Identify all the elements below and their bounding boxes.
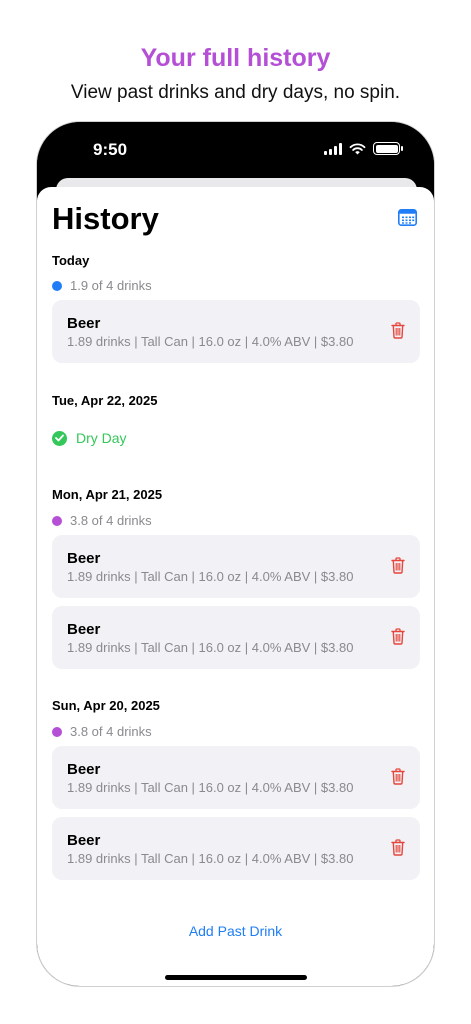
status-time: 9:50 [93, 140, 128, 159]
drink-detail: 1.89 drinks | Tall Can | 16.0 oz | 4.0% … [67, 851, 354, 866]
add-past-drink-button[interactable]: Add Past Drink [37, 923, 434, 939]
dry-day-label: Dry Day [76, 430, 127, 446]
drink-entry-card[interactable]: Beer 1.89 drinks | Tall Can | 16.0 oz | … [52, 535, 420, 598]
drink-name: Beer [67, 832, 101, 849]
drink-detail: 1.89 drinks | Tall Can | 16.0 oz | 4.0% … [67, 569, 354, 584]
section-date: Today [52, 253, 90, 268]
section-date: Mon, Apr 21, 2025 [52, 487, 163, 502]
summary-text: 3.8 of 4 drinks [70, 513, 152, 528]
daily-summary: 3.8 of 4 drinks [52, 724, 152, 739]
drink-entry-card[interactable]: Beer 1.89 drinks | Tall Can | 16.0 oz | … [52, 300, 420, 363]
drink-detail: 1.89 drinks | Tall Can | 16.0 oz | 4.0% … [67, 780, 354, 795]
history-header: History [52, 201, 419, 241]
trash-icon[interactable] [391, 839, 405, 856]
drink-name: Beer [67, 550, 101, 567]
drink-name: Beer [67, 315, 101, 332]
status-dot [52, 280, 62, 291]
battery-icon [373, 142, 403, 155]
trash-icon[interactable] [391, 768, 405, 785]
drink-name: Beer [67, 621, 101, 638]
daily-summary: 1.9 of 4 drinks [52, 278, 152, 293]
phone-frame: 9:50 History Today 1.9 of 4 drinks Beer … [36, 121, 435, 987]
status-dot [52, 726, 62, 737]
signal-icon [324, 142, 342, 155]
summary-text: 3.8 of 4 drinks [70, 724, 152, 739]
drink-entry-card[interactable]: Beer 1.89 drinks | Tall Can | 16.0 oz | … [52, 746, 420, 809]
trash-icon[interactable] [391, 628, 405, 645]
promo-title: Your full history [140, 44, 331, 72]
status-dot [52, 515, 62, 526]
drink-detail: 1.89 drinks | Tall Can | 16.0 oz | 4.0% … [67, 334, 354, 349]
trash-icon[interactable] [391, 322, 405, 339]
section-date: Tue, Apr 22, 2025 [52, 393, 158, 408]
wifi-icon [349, 142, 366, 154]
home-indicator[interactable] [165, 975, 307, 980]
calendar-icon[interactable] [398, 209, 417, 226]
status-icons [324, 142, 403, 155]
page-title: History [52, 201, 159, 236]
history-sheet: History Today 1.9 of 4 drinks Beer 1.89 … [37, 187, 434, 986]
drink-entry-card[interactable]: Beer 1.89 drinks | Tall Can | 16.0 oz | … [52, 606, 420, 669]
drink-entry-card[interactable]: Beer 1.89 drinks | Tall Can | 16.0 oz | … [52, 817, 420, 880]
section-date: Sun, Apr 20, 2025 [52, 698, 160, 713]
summary-text: 1.9 of 4 drinks [70, 278, 152, 293]
checkmark-icon [52, 430, 67, 446]
drink-detail: 1.89 drinks | Tall Can | 16.0 oz | 4.0% … [67, 640, 354, 655]
daily-summary: 3.8 of 4 drinks [52, 513, 152, 528]
promo-subtitle: View past drinks and dry days, no spin. [70, 82, 401, 103]
trash-icon[interactable] [391, 557, 405, 574]
drink-name: Beer [67, 761, 101, 778]
dry-day-indicator: Dry Day [52, 430, 127, 446]
